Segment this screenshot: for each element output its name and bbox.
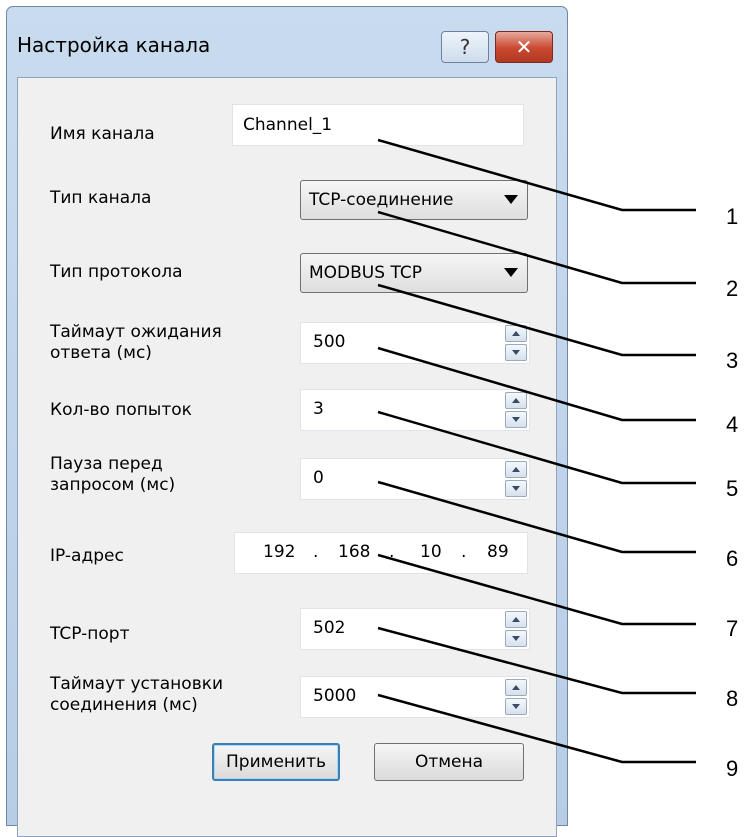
ip-octet-2[interactable]: 168	[338, 542, 370, 562]
connect-timeout-label: Таймаут установки соединения (мс)	[50, 674, 223, 716]
connect-timeout-label-line1: Таймаут установки	[50, 674, 224, 694]
ip-address-input[interactable]: 192 . 168 . 10 . 89	[234, 532, 528, 574]
response-timeout-value: 500	[313, 332, 346, 352]
dialog-title: Настройка канала	[17, 33, 211, 57]
help-button[interactable]: ?	[441, 31, 489, 63]
spin-up-icon[interactable]	[505, 611, 527, 628]
ip-octet-3[interactable]: 10	[420, 542, 442, 562]
spin-down-icon[interactable]	[505, 344, 527, 361]
protocol-type-value: MODBUS TCP	[309, 263, 422, 283]
request-pause-label-line2: запросом (мс)	[50, 475, 176, 495]
spin-down-icon[interactable]	[505, 698, 527, 715]
ip-dot: .	[389, 542, 395, 562]
settings-dialog: Настройка канала ? ✕ Имя канала Channel_…	[6, 6, 568, 837]
channel-type-value: TCP-соединение	[309, 190, 454, 210]
response-timeout-label-line2: ответа (мс)	[50, 343, 152, 363]
callout-number-7: 7	[726, 616, 739, 641]
retries-value: 3	[313, 399, 324, 419]
spin-down-icon[interactable]	[505, 480, 527, 497]
close-button[interactable]: ✕	[495, 31, 553, 63]
cancel-button[interactable]: Отмена	[374, 743, 524, 781]
tcp-port-label: TCP-порт	[50, 624, 130, 644]
title-bar[interactable]: Настройка канала ? ✕	[7, 7, 567, 77]
response-timeout-label-line1: Таймаут ожидания	[50, 322, 222, 342]
ip-octet-1[interactable]: 192	[263, 542, 295, 562]
channel-name-label: Имя канала	[50, 124, 155, 144]
ip-dot: .	[461, 542, 467, 562]
spin-down-icon[interactable]	[505, 411, 527, 428]
tcp-port-spinner[interactable]: 502	[300, 608, 530, 650]
callout-number-4: 4	[726, 412, 739, 437]
callout-number-9: 9	[726, 756, 739, 781]
spin-up-icon[interactable]	[505, 325, 527, 342]
callout-number-5: 5	[726, 476, 739, 501]
spin-down-icon[interactable]	[505, 630, 527, 647]
tcp-port-value: 502	[313, 618, 346, 638]
callout-number-3: 3	[726, 348, 739, 373]
response-timeout-spinner[interactable]: 500	[300, 322, 530, 364]
spin-up-icon[interactable]	[505, 679, 527, 696]
ip-address-label: IP-адрес	[50, 546, 124, 566]
channel-type-label: Тип канала	[50, 188, 152, 208]
connect-timeout-spinner[interactable]: 5000	[300, 676, 530, 718]
apply-button[interactable]: Применить	[212, 743, 340, 781]
chevron-down-icon	[504, 195, 518, 204]
retries-label: Кол-во попыток	[50, 400, 192, 420]
channel-name-input[interactable]: Channel_1	[232, 104, 524, 146]
response-timeout-label: Таймаут ожидания ответа (мс)	[50, 322, 222, 364]
dialog-body: Имя канала Channel_1 Тип канала TCP-соед…	[17, 77, 557, 837]
spin-up-icon[interactable]	[505, 461, 527, 478]
request-pause-spinner[interactable]: 0	[300, 458, 530, 500]
request-pause-label-line1: Пауза перед	[50, 454, 163, 474]
ip-octet-4[interactable]: 89	[487, 542, 509, 562]
close-icon: ✕	[515, 35, 533, 59]
channel-type-select[interactable]: TCP-соединение	[300, 180, 528, 220]
callout-number-2: 2	[726, 276, 739, 301]
retries-spinner[interactable]: 3	[300, 389, 530, 431]
chevron-down-icon	[504, 268, 518, 277]
callout-number-8: 8	[726, 686, 739, 711]
callout-number-1: 1	[726, 204, 739, 229]
callout-number-6: 6	[726, 546, 739, 571]
protocol-type-label: Тип протокола	[50, 262, 183, 282]
ip-dot: .	[313, 542, 319, 562]
request-pause-label: Пауза перед запросом (мс)	[50, 454, 175, 496]
connect-timeout-label-line2: соединения (мс)	[50, 695, 198, 715]
request-pause-value: 0	[313, 468, 324, 488]
connect-timeout-value: 5000	[313, 686, 357, 706]
protocol-type-select[interactable]: MODBUS TCP	[300, 253, 528, 293]
help-icon: ?	[459, 35, 471, 59]
spin-up-icon[interactable]	[505, 392, 527, 409]
